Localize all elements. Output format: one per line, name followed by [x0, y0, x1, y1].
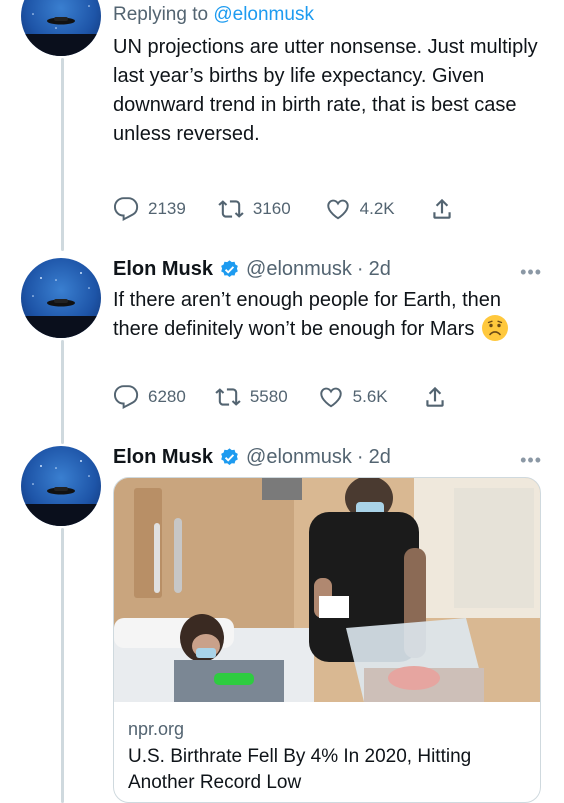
- avatar[interactable]: [21, 446, 101, 526]
- tweet[interactable]: Replying to @elonmusk UN projections are…: [113, 4, 542, 149]
- author-name[interactable]: Elon Musk: [113, 258, 213, 281]
- like-count: 5.6K: [352, 387, 388, 406]
- retweet-button[interactable]: 5580: [215, 384, 288, 410]
- heart-icon: [326, 199, 349, 220]
- author-name[interactable]: Elon Musk: [113, 446, 213, 469]
- tweet-header: Elon Musk @elonmusk · 2d: [113, 446, 542, 469]
- tweet-header: Elon Musk @elonmusk · 2d: [113, 258, 542, 281]
- tweet-text: UN projections are utter nonsense. Just …: [113, 36, 538, 145]
- retweet-count: 3160: [252, 199, 291, 218]
- reply-count: 6280: [148, 387, 186, 406]
- frowning-face-emoji: [482, 315, 509, 341]
- thread-line: [61, 340, 64, 444]
- card-domain: npr.org: [128, 719, 185, 739]
- share-icon: [432, 198, 451, 219]
- tweet-text-content: If there aren’t enough people for Earth,…: [113, 289, 502, 340]
- timestamp[interactable]: 2d: [369, 446, 391, 469]
- reply-handle-link[interactable]: @elonmusk: [213, 4, 314, 25]
- retweet-icon: [215, 388, 241, 406]
- verified-badge-icon: [221, 260, 238, 277]
- share-button[interactable]: [429, 196, 455, 222]
- avatar-image: [21, 460, 101, 526]
- share-icon: [425, 386, 444, 407]
- reply-button[interactable]: 2139: [113, 196, 186, 222]
- link-preview-card[interactable]: npr.org U.S. Birthrate Fell By 4% In 202…: [113, 477, 541, 803]
- thread-line: [61, 58, 64, 251]
- tweet-actions: 6280 5580 5.6K: [113, 384, 448, 410]
- retweet-button[interactable]: 3160: [218, 196, 291, 222]
- retweet-icon: [218, 200, 244, 218]
- author-handle[interactable]: @elonmusk: [246, 258, 352, 281]
- tweet-text: If there aren’t enough people for Earth,…: [113, 286, 542, 344]
- tweet[interactable]: Elon Musk @elonmusk · 2d •••: [113, 446, 542, 471]
- separator: ·: [356, 446, 364, 468]
- card-title[interactable]: U.S. Birthrate Fell By 4% In 2020, Hitti…: [128, 744, 526, 796]
- retweet-count: 5580: [249, 387, 288, 406]
- tweet[interactable]: Elon Musk @elonmusk · 2d ••• If there ar…: [113, 258, 542, 344]
- avatar[interactable]: [21, 0, 101, 56]
- reply-icon: [113, 197, 139, 222]
- author-handle[interactable]: @elonmusk: [246, 446, 352, 469]
- thread-line: [61, 528, 64, 803]
- heart-icon: [319, 387, 342, 408]
- timestamp[interactable]: 2d: [369, 258, 391, 281]
- more-options-icon[interactable]: •••: [520, 450, 542, 471]
- card-meta: npr.org U.S. Birthrate Fell By 4% In 202…: [114, 702, 540, 796]
- avatar-image: [21, 5, 101, 56]
- reply-count: 2139: [148, 199, 186, 218]
- tweet-actions: 2139 3160 4.2K: [113, 196, 455, 222]
- card-image: [114, 478, 540, 702]
- separator: ·: [356, 258, 364, 280]
- like-count: 4.2K: [359, 199, 395, 218]
- like-button[interactable]: 5.6K: [318, 384, 388, 410]
- verified-badge-icon: [221, 448, 238, 465]
- avatar[interactable]: [21, 258, 101, 338]
- replying-to: Replying to @elonmusk: [113, 4, 542, 26]
- avatar-image: [21, 272, 101, 338]
- share-button[interactable]: [422, 384, 448, 410]
- more-options-icon[interactable]: •••: [520, 262, 542, 283]
- like-button[interactable]: 4.2K: [325, 196, 395, 222]
- replying-to-label: Replying to: [113, 4, 209, 25]
- reply-button[interactable]: 6280: [113, 384, 186, 410]
- reply-icon: [113, 385, 139, 410]
